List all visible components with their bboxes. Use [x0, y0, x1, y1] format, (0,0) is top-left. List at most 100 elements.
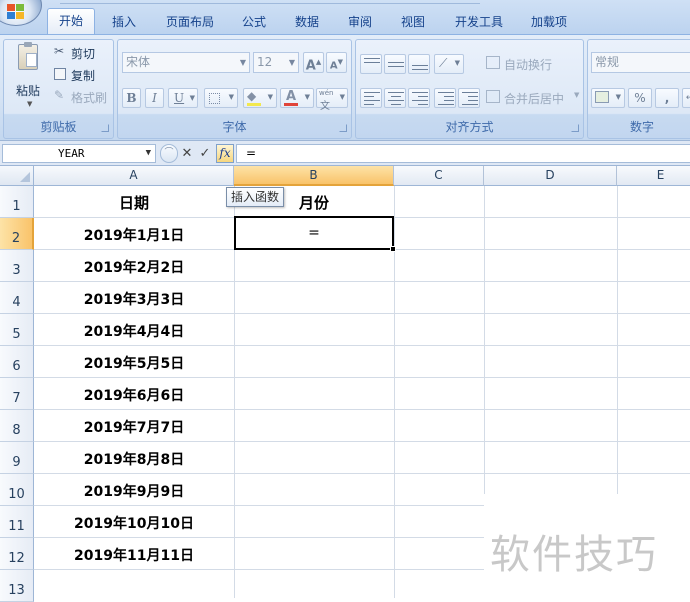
align-bottom-icon	[412, 59, 428, 71]
cell-a1[interactable]: 日期	[34, 192, 234, 213]
formula-input[interactable]: =	[236, 144, 690, 163]
cut-button[interactable]: ✂ 剪切	[54, 44, 110, 62]
percent-button[interactable]: %	[628, 88, 652, 108]
tab-add-ins[interactable]: 加载项	[524, 12, 574, 34]
worksheet-grid: A B C D E 1 2 3 4 5 6 7 8 9 10 11 12 13 …	[0, 166, 690, 602]
column-header-e[interactable]: E	[617, 166, 690, 186]
fill-handle[interactable]	[390, 246, 396, 252]
align-left-button[interactable]	[360, 88, 382, 108]
clipboard-group: 粘贴 ▼ ✂ 剪切 复制 ✎ 格式刷 剪贴板	[3, 39, 114, 139]
row-header-13[interactable]: 13	[0, 570, 34, 602]
column-header-b[interactable]: B	[234, 166, 394, 186]
comma-button[interactable]: ,	[655, 88, 679, 108]
tab-home[interactable]: 开始	[47, 8, 95, 35]
align-center-button[interactable]	[384, 88, 406, 108]
cell-a12[interactable]: 2019年11月11日	[34, 545, 234, 565]
format-painter-button[interactable]: ✎ 格式刷	[54, 88, 114, 106]
cancel-entry-button[interactable]: ✕	[179, 145, 195, 162]
cell-a8[interactable]: 2019年7月7日	[34, 417, 234, 437]
cell-a10[interactable]: 2019年9月9日	[34, 481, 234, 501]
borders-button[interactable]: ▼	[204, 88, 238, 108]
cell-a5[interactable]: 2019年4月4日	[34, 321, 234, 341]
cell-a9[interactable]: 2019年8月8日	[34, 449, 234, 469]
tab-insert[interactable]: 插入	[104, 12, 144, 34]
copy-button[interactable]: 复制	[54, 66, 110, 84]
name-box[interactable]: YEAR ▼	[2, 144, 156, 163]
row-header-5[interactable]: 5	[0, 314, 34, 346]
confirm-entry-button[interactable]: ✓	[197, 145, 213, 162]
grid-line	[34, 345, 690, 346]
increase-indent-button[interactable]	[458, 88, 480, 108]
shrink-font-button[interactable]: A▼	[326, 52, 347, 73]
row-header-6[interactable]: 6	[0, 346, 34, 378]
row-header-8[interactable]: 8	[0, 410, 34, 442]
row-header-4[interactable]: 4	[0, 282, 34, 314]
column-header-a[interactable]: A	[34, 166, 234, 186]
underline-icon: U	[174, 91, 185, 105]
font-name-value: 宋体	[126, 55, 151, 69]
number-format-select[interactable]: 常规	[591, 52, 690, 73]
orientation-button[interactable]: ⟋ ▼	[434, 54, 464, 74]
phonetic-button[interactable]: wén 文 ▼	[316, 88, 348, 112]
tab-developer[interactable]: 开发工具	[447, 12, 511, 34]
decrease-indent-button[interactable]	[434, 88, 456, 108]
clipboard-launcher-icon[interactable]	[101, 124, 109, 132]
underline-button[interactable]: U ▼	[168, 88, 198, 108]
tab-view[interactable]: 视图	[393, 12, 433, 34]
cell-a3[interactable]: 2019年2月2日	[34, 257, 234, 277]
row-header-1[interactable]: 1	[0, 186, 34, 218]
grid-line	[34, 409, 690, 410]
merge-cells-icon	[486, 90, 500, 103]
cell-a2[interactable]: 2019年1月1日	[34, 225, 234, 245]
row-header-12[interactable]: 12	[0, 538, 34, 570]
grow-font-button[interactable]: A▲	[303, 52, 324, 73]
tab-page-layout[interactable]: 页面布局	[158, 12, 222, 34]
cell-a7[interactable]: 2019年6月6日	[34, 385, 234, 405]
currency-button[interactable]: ▼	[591, 88, 625, 108]
row-header-2[interactable]: 2	[0, 218, 34, 250]
active-cell-b2[interactable]: =	[234, 216, 394, 250]
fill-color-button[interactable]: ◆ ▼	[243, 88, 277, 108]
wrap-text-icon	[486, 56, 500, 69]
font-size-select[interactable]: 12 ▼	[253, 52, 299, 73]
font-size-value: 12	[257, 55, 273, 69]
font-color-button[interactable]: A ▼	[280, 88, 314, 108]
paste-button[interactable]: 粘贴 ▼	[8, 42, 46, 114]
formula-bar: YEAR ▼ ⌒ ✕ ✓ fx =	[0, 140, 690, 166]
tab-data[interactable]: 数据	[287, 12, 327, 34]
align-right-button[interactable]	[408, 88, 430, 108]
wrap-text-button[interactable]: 自动换行	[486, 55, 580, 73]
decrease-indent-icon	[438, 92, 454, 105]
cell-a4[interactable]: 2019年3月3日	[34, 289, 234, 309]
grid-line	[34, 377, 690, 378]
office-button[interactable]	[0, 0, 42, 26]
tab-review[interactable]: 审阅	[340, 12, 380, 34]
alignment-launcher-icon[interactable]	[571, 124, 579, 132]
font-launcher-icon[interactable]	[339, 124, 347, 132]
column-header-d[interactable]: D	[484, 166, 617, 186]
column-header-c[interactable]: C	[394, 166, 484, 186]
cell-a6[interactable]: 2019年5月5日	[34, 353, 234, 373]
row-header-7[interactable]: 7	[0, 378, 34, 410]
insert-function-button[interactable]: fx	[216, 144, 234, 163]
row-header-11[interactable]: 11	[0, 506, 34, 538]
tab-formulas[interactable]: 公式	[234, 12, 274, 34]
number-group-label: 数字	[629, 120, 654, 134]
align-middle-button[interactable]	[384, 54, 406, 74]
italic-button[interactable]: I	[145, 88, 164, 108]
row-header-3[interactable]: 3	[0, 250, 34, 282]
increase-decimal-button[interactable]: ←.0	[682, 88, 690, 108]
align-bottom-button[interactable]	[408, 54, 430, 74]
office-logo-icon	[7, 4, 25, 20]
bold-button[interactable]: B	[122, 88, 141, 108]
chevron-down-icon: ▼	[288, 58, 295, 67]
merge-center-button[interactable]: 合并后居中 ▼	[486, 89, 582, 107]
select-all-button[interactable]	[0, 166, 34, 186]
cell-a11[interactable]: 2019年10月10日	[34, 513, 234, 533]
font-name-select[interactable]: 宋体 ▼	[122, 52, 250, 73]
name-box-value: YEAR	[58, 147, 85, 160]
row-header-9[interactable]: 9	[0, 442, 34, 474]
row-header-10[interactable]: 10	[0, 474, 34, 506]
copy-label: 复制	[71, 69, 96, 83]
align-top-button[interactable]	[360, 54, 382, 74]
